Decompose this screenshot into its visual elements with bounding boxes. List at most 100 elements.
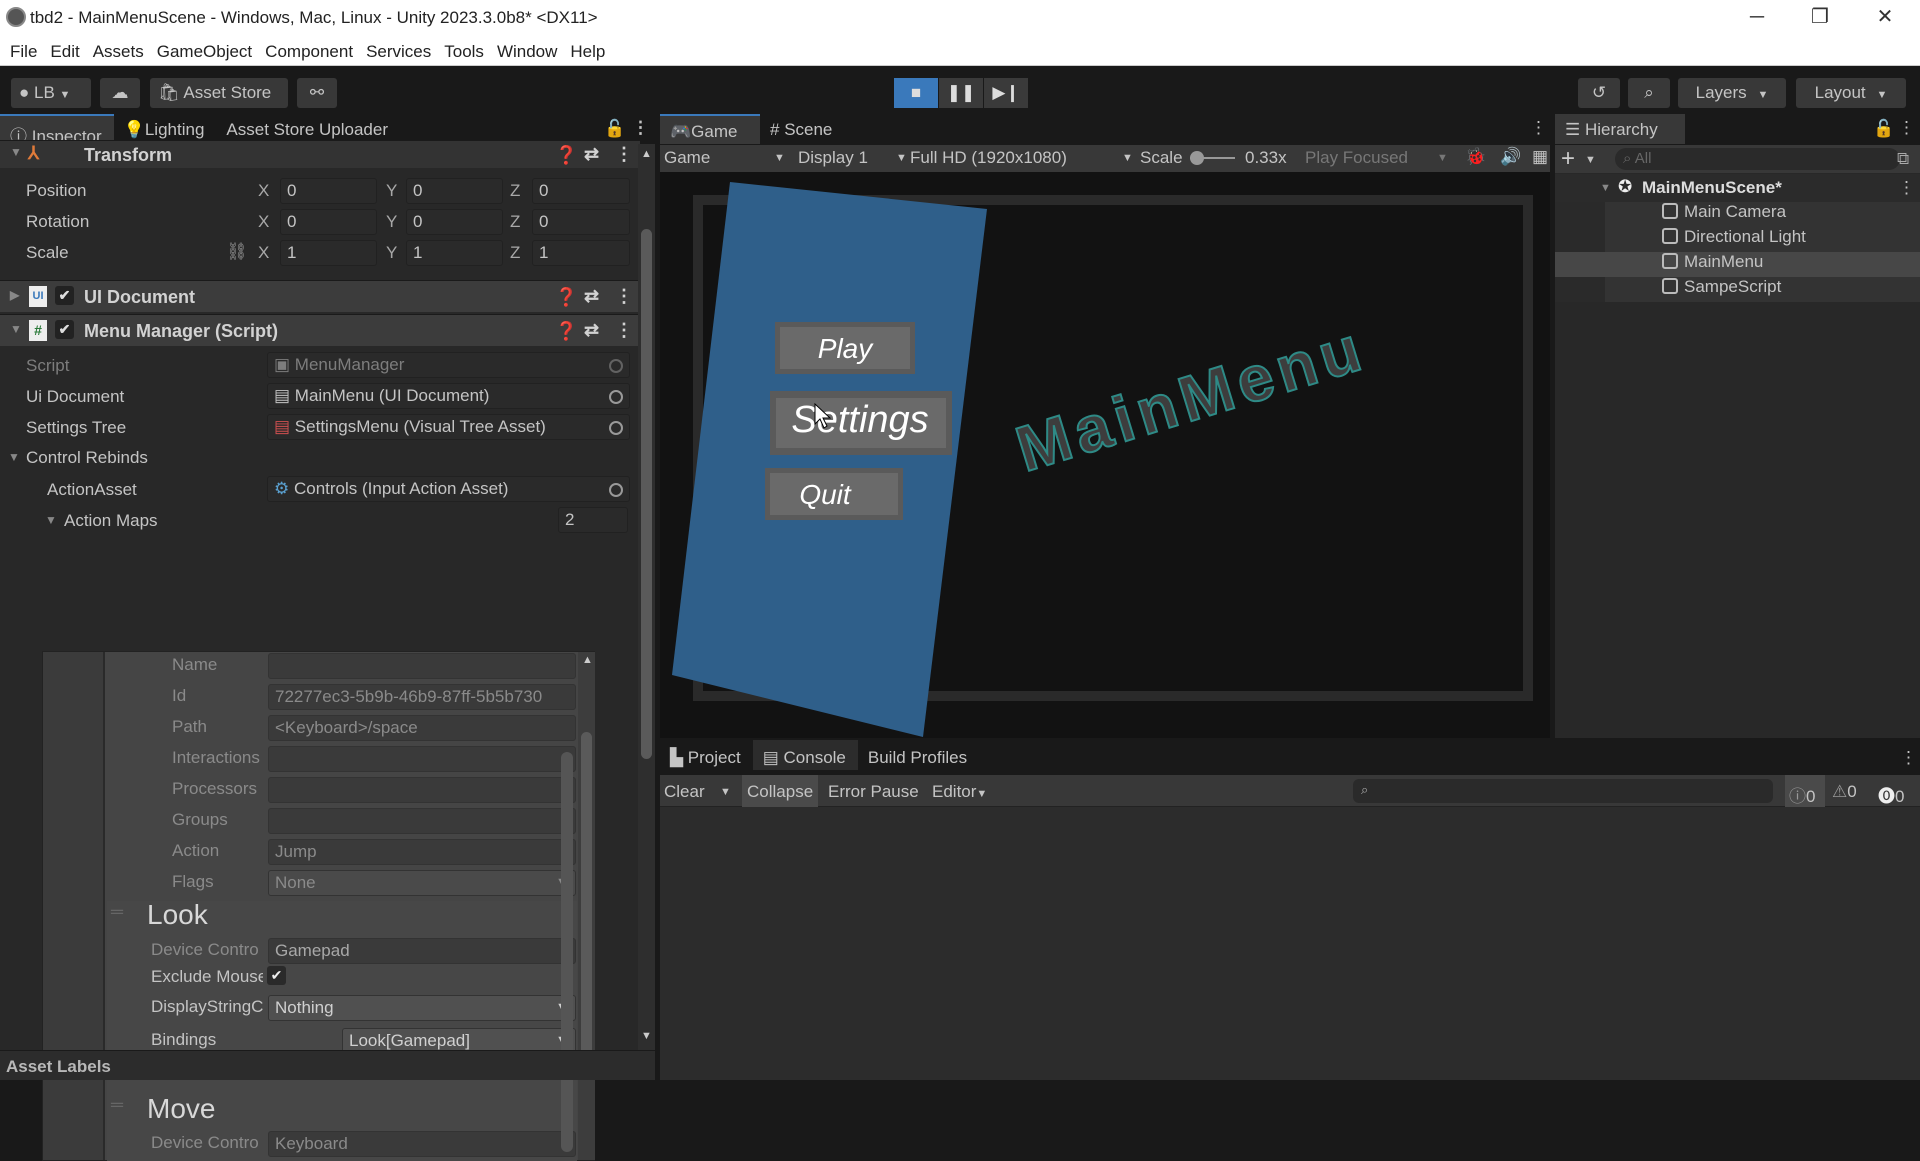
close-button[interactable]: ✕ [1855,0,1915,36]
clear-button[interactable]: Clear [664,782,705,802]
binding-flags-dropdown[interactable]: None▼ [268,870,576,896]
menu-gameobject[interactable]: GameObject [153,36,261,65]
hierarchy-search-input[interactable]: ⌕ All [1615,148,1900,170]
step-button[interactable]: ▶❙ [984,78,1028,108]
scroll-up-arrow-icon[interactable]: ▲ [641,148,652,160]
collapse-arrow-icon[interactable]: ▼ [1600,182,1611,194]
audio-icon[interactable]: 🔊 [1500,147,1521,167]
settings-tree-field[interactable]: ▤ SettingsMenu (Visual Tree Asset) [267,414,630,440]
help-icon[interactable]: ❓ [555,321,577,342]
help-icon[interactable]: ❓ [555,145,577,166]
drag-handle-icon[interactable]: ═ [111,902,123,922]
object-picker-icon[interactable] [609,390,623,404]
binding-name-field[interactable] [268,653,576,679]
action-asset-field[interactable]: ⚙ Controls (Input Action Asset) [267,476,630,502]
exclude-mouse-checkbox[interactable]: ✔ [267,966,286,985]
rotation-x-field[interactable]: 0 [280,209,377,235]
binding-interactions-field[interactable] [268,746,576,772]
layers-dropdown[interactable]: Layers ▼ [1678,78,1786,108]
kebab-menu-icon[interactable]: ⋮ [1530,118,1547,138]
object-picker-icon[interactable] [609,483,623,497]
menu-help[interactable]: Help [566,36,614,65]
hierarchy-item-mainmenu[interactable]: MainMenu [1662,252,1763,272]
hierarchy-item-directional-light[interactable]: Directional Light [1662,227,1806,247]
binding-path-field[interactable]: <Keyboard>/space [268,715,576,741]
constrain-proportions-icon[interactable]: ⛓ [226,242,248,262]
tab-console[interactable]: ▤ Console [752,740,858,770]
component-menu-icon[interactable]: ⋮ [615,320,633,341]
log-filter-toggle[interactable]: ⓘ0 [1785,775,1825,807]
scene-row[interactable]: ▼ ✪ MainMenuScene* ⋮ [1555,174,1920,202]
minimize-button[interactable]: ─ [1727,0,1787,36]
resolution-dropdown[interactable]: Full HD (1920x1080) ▼ [910,148,1140,168]
scale-x-field[interactable]: 1 [280,240,377,266]
menu-window[interactable]: Window [493,36,566,65]
settings-menu-button[interactable]: Settings [791,399,928,441]
play-focused-dropdown[interactable]: Play Focused ▼ [1305,148,1448,168]
display-string-dropdown[interactable]: Nothing▼ [268,995,576,1021]
cloud-button[interactable]: ☁ [100,78,140,108]
preset-icon[interactable]: ⇄ [584,144,599,165]
hierarchy-item-sampescript[interactable]: SampeScript [1662,277,1781,297]
scale-z-field[interactable]: 1 [532,240,630,266]
rotation-y-field[interactable]: 0 [406,209,503,235]
hierarchy-item-main-camera[interactable]: Main Camera [1662,202,1786,222]
binding-action-field[interactable]: Jump [268,839,576,865]
quit-menu-button[interactable]: Quit [799,479,852,510]
collapse-arrow-icon[interactable]: ▼ [10,145,22,159]
display-dropdown[interactable]: Display 1 ▼ [798,148,913,168]
game-view[interactable]: Play Settings Quit MainMenu [660,172,1550,738]
position-z-field[interactable]: 0 [532,178,630,204]
account-dropdown[interactable]: ● LB ▼ [11,78,91,108]
object-picker-icon[interactable] [609,421,623,435]
tab-hierarchy[interactable]: ☰ Hierarchy [1555,114,1685,144]
move-device-field[interactable]: Keyboard [268,1131,576,1157]
look-device-field[interactable]: Gamepad [268,938,576,964]
layout-dropdown[interactable]: Layout ▼ [1796,78,1906,108]
ui-document-field[interactable]: ▤ MainMenu (UI Document) [267,383,630,409]
menu-edit[interactable]: Edit [46,36,88,65]
collapse-arrow-icon[interactable]: ▼ [10,322,22,336]
transform-header[interactable]: ▼ ⅄ Transform ❓ ⇄ ⋮ [0,140,640,168]
component-menu-icon[interactable]: ⋮ [615,144,633,165]
search-button[interactable]: ⌕ [1628,78,1670,108]
add-plus-icon[interactable]: + [1561,145,1575,173]
stop-button[interactable]: ■ [894,78,938,108]
binding-processors-field[interactable] [268,777,576,803]
editor-dropdown[interactable]: Editor▼ [932,782,987,802]
error-pause-toggle[interactable]: Error Pause [828,782,919,802]
menu-file[interactable]: File [6,36,46,65]
undo-history-button[interactable]: ↺ [1578,78,1620,108]
chevron-down-icon[interactable]: ▼ [1585,154,1596,166]
position-x-field[interactable]: 0 [280,178,377,204]
asset-store-dropdown[interactable]: 🛍 Asset Store ▼ [150,78,288,131]
kebab-menu-icon[interactable]: ⋮ [632,118,649,138]
maximize-button[interactable]: ❐ [1790,0,1850,36]
game-mode-dropdown[interactable]: Game ▼ [664,148,794,168]
scale-slider[interactable] [1190,151,1235,165]
scale-y-field[interactable]: 1 [406,240,503,266]
collapse-arrow-icon[interactable]: ▼ [8,450,20,464]
rotation-z-field[interactable]: 0 [532,209,630,235]
lock-icon[interactable]: 🔓 [604,119,625,139]
preset-icon[interactable]: ⇄ [584,320,599,341]
action-maps-size-field[interactable]: 2 [558,507,628,533]
collapse-arrow-icon[interactable]: ▼ [45,513,57,527]
ui-document-enabled-checkbox[interactable]: ✔ [55,286,74,305]
expand-arrow-icon[interactable]: ▶ [10,288,19,302]
warning-filter-toggle[interactable]: ⚠0 [1832,782,1857,802]
menu-services[interactable]: Services [362,36,440,65]
position-y-field[interactable]: 0 [406,178,503,204]
scroll-down-arrow-icon[interactable]: ▼ [641,1030,652,1042]
menu-assets[interactable]: Assets [89,36,153,65]
tab-game[interactable]: 🎮Game [660,114,760,144]
version-control-button[interactable]: ⚯ [297,78,337,108]
console-log-area[interactable] [660,807,1920,1080]
list-scrollbar-thumb[interactable] [581,732,592,1072]
kebab-menu-icon[interactable]: ⋮ [1900,748,1917,768]
console-search-input[interactable]: ⌕ [1353,779,1773,803]
error-filter-toggle[interactable]: ⓿0 [1878,782,1904,807]
component-menu-icon[interactable]: ⋮ [615,286,633,307]
kebab-menu-icon[interactable]: ⋮ [1898,118,1915,138]
tab-project[interactable]: ▙ Project [660,740,753,770]
